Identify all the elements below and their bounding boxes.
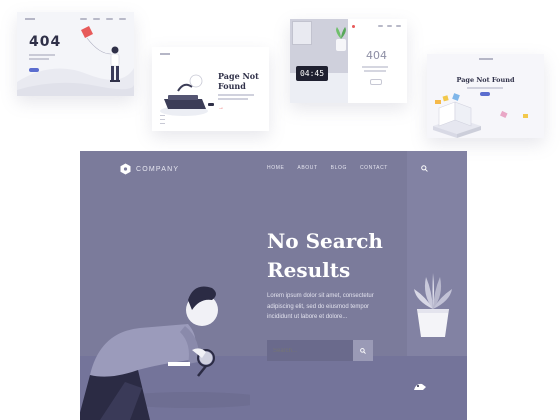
nav-contact[interactable]: CONTACT xyxy=(360,165,388,171)
card2-logo xyxy=(160,53,170,55)
card3-nav xyxy=(378,25,401,27)
card3-404-text: 404 xyxy=(366,49,387,62)
body-text-line: adipiscing elit, sed do eiusmod tempor xyxy=(267,303,370,310)
open-box-illustration xyxy=(433,93,528,138)
nav-blog[interactable]: BLOG xyxy=(331,165,347,171)
preview-card-page-not-found-briefcase[interactable]: Page Not Found → xyxy=(152,47,269,131)
kite-boy-illustration xyxy=(81,26,120,82)
card2-text-line xyxy=(218,98,248,100)
main-nav: HOME ABOUT BLOG CONTACT xyxy=(267,165,388,171)
nav-home[interactable]: HOME xyxy=(267,165,284,171)
card1-text-line xyxy=(29,54,55,56)
headline: No Search Results xyxy=(267,227,383,285)
body-text-line: Lorem ipsum dolor sit amet, consectetur xyxy=(267,293,374,299)
card1-text-line xyxy=(29,58,49,60)
search-input[interactable] xyxy=(267,340,353,361)
search-icon[interactable] xyxy=(421,165,428,172)
preview-card-404-kite[interactable]: 404 xyxy=(17,12,134,96)
body-text: Lorem ipsum dolor sit amet, consectetur … xyxy=(267,291,402,323)
card3-text-line xyxy=(362,66,388,68)
card2-list-lines xyxy=(160,115,165,126)
search-bar xyxy=(267,340,373,361)
search-icon xyxy=(360,347,366,354)
searching-man-illustration xyxy=(80,286,250,420)
headline-line1: No Search xyxy=(267,229,383,253)
card1-button[interactable] xyxy=(29,68,39,72)
card4-logo xyxy=(479,58,493,60)
hexagon-logo-icon xyxy=(120,163,131,175)
potted-plant-illustration xyxy=(414,273,452,337)
mouse-icon xyxy=(414,383,426,390)
card2-title-line2: Found xyxy=(218,81,246,91)
card4-title: Page Not Found xyxy=(456,76,515,84)
hero-section: COMPANY HOME ABOUT BLOG CONTACT No Searc… xyxy=(80,151,467,420)
digital-clock: 04:45 xyxy=(296,66,328,81)
nav-about[interactable]: ABOUT xyxy=(297,165,317,171)
briefcase-illustration xyxy=(160,74,214,116)
brand-logo[interactable]: COMPANY xyxy=(120,163,179,175)
brand-name: COMPANY xyxy=(136,165,180,173)
preview-card-404-clock[interactable]: 04:45 404 xyxy=(290,19,407,103)
card1-404-text: 404 xyxy=(29,34,62,50)
card3-button[interactable] xyxy=(370,79,382,85)
card3-frame xyxy=(292,21,312,45)
card3-text-line xyxy=(364,70,386,72)
headline-line2: Results xyxy=(267,258,351,282)
card3-plant xyxy=(336,27,346,51)
card4-text-line xyxy=(467,87,503,89)
preview-card-page-not-found-box[interactable]: Page Not Found xyxy=(427,54,544,138)
body-text-line: incididunt ut labore et dolore... xyxy=(267,314,348,320)
search-button[interactable] xyxy=(353,340,373,361)
card2-text-line xyxy=(218,94,254,96)
card2-title-line1: Page Not xyxy=(218,71,259,81)
card2-arrow-icon[interactable]: → xyxy=(218,105,224,111)
card3-red-dot xyxy=(352,25,355,28)
